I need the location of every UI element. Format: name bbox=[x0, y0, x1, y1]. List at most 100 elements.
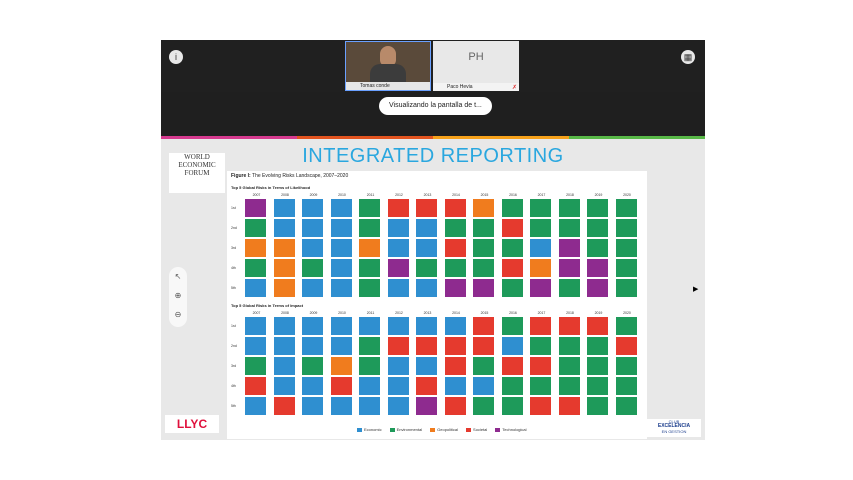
risk-cell bbox=[359, 397, 380, 415]
risk-cell bbox=[444, 219, 466, 237]
year-label: 2012 bbox=[395, 193, 403, 197]
rank-label: 2nd bbox=[231, 344, 237, 348]
risk-cell bbox=[302, 199, 323, 217]
year-label: 2018 bbox=[566, 193, 574, 197]
risk-cell bbox=[501, 219, 523, 237]
risk-cell bbox=[387, 337, 409, 355]
year-label: 2016 bbox=[509, 311, 517, 315]
participant-tile-2[interactable]: PH Paco Hevia ✗ bbox=[433, 41, 519, 91]
risk-cell bbox=[359, 357, 380, 375]
risk-cell bbox=[615, 219, 637, 237]
risk-cell bbox=[558, 377, 580, 395]
zoom-toolbar: ↖ ⊕ ⊖ bbox=[169, 267, 187, 327]
info-icon[interactable]: i bbox=[169, 50, 183, 64]
risk-cell bbox=[473, 377, 494, 395]
risk-cell bbox=[273, 259, 295, 277]
risk-cell bbox=[416, 397, 437, 415]
year-label: 2013 bbox=[423, 311, 432, 315]
legend-swatch bbox=[495, 427, 501, 432]
risk-cell bbox=[273, 199, 295, 217]
rank-label: 1st bbox=[231, 206, 236, 210]
mic-off-icon: ✗ bbox=[511, 85, 517, 91]
rank-label: 5th bbox=[231, 286, 236, 290]
risk-cell bbox=[558, 219, 580, 237]
risk-cell bbox=[558, 279, 580, 297]
risk-cell bbox=[245, 377, 266, 395]
risk-cell bbox=[359, 199, 380, 217]
year-label: 2020 bbox=[623, 311, 631, 315]
risk-cell bbox=[501, 259, 523, 277]
risk-cell bbox=[245, 279, 266, 297]
risk-cell bbox=[273, 377, 295, 395]
risk-cell bbox=[387, 317, 409, 335]
risk-cell bbox=[473, 239, 494, 257]
risk-cell bbox=[302, 239, 323, 257]
risk-cell bbox=[444, 239, 466, 257]
risk-cell bbox=[444, 199, 466, 217]
risk-cell bbox=[330, 239, 352, 257]
slide-title: INTEGRATED REPORTING bbox=[302, 145, 564, 167]
risk-cell bbox=[416, 279, 437, 297]
year-label: 2014 bbox=[452, 311, 460, 315]
risk-cell bbox=[245, 317, 266, 335]
year-label: 2008 bbox=[281, 311, 289, 315]
risk-cell bbox=[273, 357, 295, 375]
pointer-icon[interactable]: ↖ bbox=[169, 267, 187, 286]
risk-cell bbox=[387, 239, 409, 257]
year-label: 2009 bbox=[309, 193, 318, 197]
risk-cell bbox=[330, 279, 352, 297]
risk-cell bbox=[615, 337, 637, 355]
risk-cell bbox=[302, 279, 323, 297]
figure-legend: Economic Environmental Geopolitical Societa… bbox=[357, 427, 535, 435]
video-call-window: i Tomas conde PH Paco Hevia ✗ ▦ Visualiz… bbox=[161, 40, 705, 440]
participant-initials: PH bbox=[468, 51, 484, 63]
risk-cell bbox=[615, 397, 637, 415]
risk-cell bbox=[245, 337, 266, 355]
risk-cell bbox=[473, 357, 494, 375]
risk-cell bbox=[330, 199, 352, 217]
risk-cell bbox=[273, 397, 295, 415]
participant-name: Tomas conde bbox=[346, 82, 430, 90]
layout-icon[interactable]: ▦ bbox=[681, 50, 695, 64]
zoom-in-icon[interactable]: ⊕ bbox=[169, 286, 187, 305]
risk-cell bbox=[501, 279, 523, 297]
rank-label: 5th bbox=[231, 404, 236, 408]
risk-cell bbox=[530, 239, 551, 257]
legend-item: Economic bbox=[357, 427, 382, 432]
risk-cell bbox=[501, 377, 523, 395]
risk-cell bbox=[558, 337, 580, 355]
risk-cell bbox=[530, 199, 551, 217]
risk-cell bbox=[387, 259, 409, 277]
participant-tile-1[interactable]: Tomas conde bbox=[345, 41, 431, 91]
risk-cell bbox=[330, 337, 352, 355]
risk-cell bbox=[587, 239, 608, 257]
risk-cell bbox=[444, 357, 466, 375]
risk-cell bbox=[587, 337, 608, 355]
shared-slide: INTEGRATED REPORTING WORLD ECONOMIC FORU… bbox=[161, 139, 705, 440]
risk-cell bbox=[302, 397, 323, 415]
participant-video bbox=[380, 46, 396, 66]
risk-cell bbox=[473, 317, 494, 335]
year-label: 2020 bbox=[623, 193, 631, 197]
year-label: 2017 bbox=[537, 311, 546, 315]
legend-item: Environmental bbox=[389, 427, 422, 432]
risk-cell bbox=[273, 219, 295, 237]
risk-cell bbox=[615, 239, 637, 257]
risk-cell bbox=[530, 279, 551, 297]
risk-cell bbox=[273, 317, 295, 335]
risk-cell bbox=[501, 199, 523, 217]
risk-cell bbox=[444, 279, 466, 297]
risk-cell bbox=[302, 357, 323, 375]
year-label: 2015 bbox=[480, 311, 489, 315]
risk-cell bbox=[587, 279, 608, 297]
zoom-out-icon[interactable]: ⊖ bbox=[169, 305, 187, 324]
year-label: 2017 bbox=[537, 193, 546, 197]
year-label: 2015 bbox=[480, 193, 489, 197]
risk-cell bbox=[473, 337, 494, 355]
likelihood-grid bbox=[245, 199, 645, 299]
risk-cell bbox=[416, 199, 437, 217]
legend-item: Technological bbox=[495, 427, 527, 432]
risk-cell bbox=[587, 377, 608, 395]
legend-swatch bbox=[466, 427, 472, 432]
risk-cell bbox=[501, 357, 523, 375]
